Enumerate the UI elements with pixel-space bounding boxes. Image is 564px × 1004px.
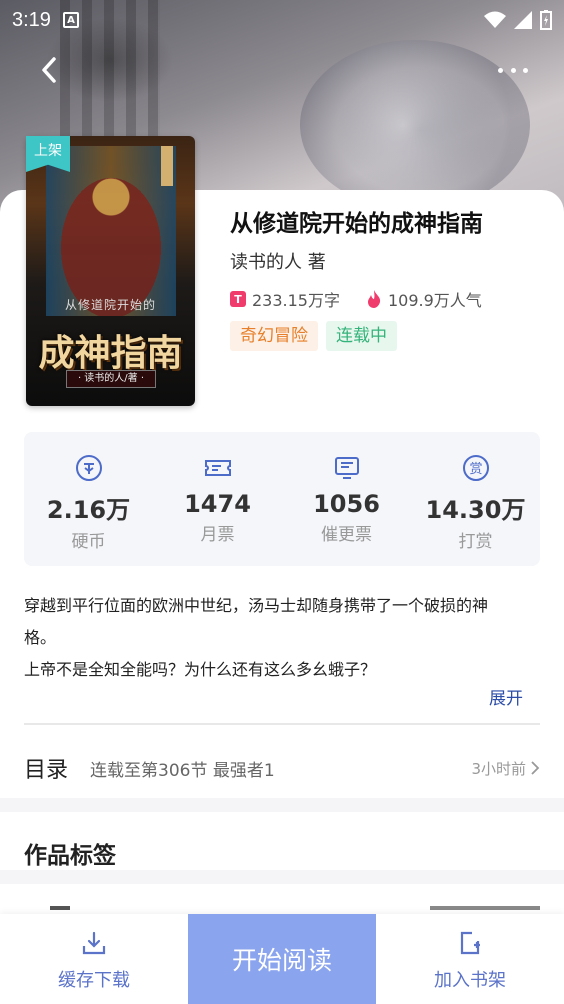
book-meta: T 233.15万字 109.9万人气 bbox=[230, 287, 482, 311]
stat-label: 打赏 bbox=[458, 532, 493, 552]
popularity: 109.9万人气 bbox=[388, 291, 482, 310]
synopsis: 穿越到平行位面的欧洲中世纪，汤马士却随身携带了一个破损的神 格。 上帝不是全知全… bbox=[24, 590, 544, 686]
book-cover[interactable]: 从修道院开始的 成神指南 · 读书的人/著 · bbox=[26, 136, 195, 406]
status-tag: 连载中 bbox=[326, 321, 397, 351]
wifi-icon bbox=[484, 11, 506, 28]
status-time: 3:19 bbox=[12, 8, 51, 31]
stat-value: 14.30万 bbox=[425, 496, 526, 524]
word-count-icon: T bbox=[230, 291, 246, 307]
download-button[interactable]: 缓存下载 bbox=[0, 914, 188, 1004]
word-count: 233.15万字 bbox=[252, 291, 340, 310]
stats-panel: 2.16万 硬币 1474 月票 1056 催更票 赏 14.30万 打赏 bbox=[24, 432, 540, 566]
cover-subtitle: 从修道院开始的 bbox=[64, 298, 156, 312]
chevron-right-icon bbox=[531, 761, 540, 775]
battery-icon bbox=[540, 10, 552, 30]
back-arrow-icon[interactable] bbox=[36, 56, 64, 84]
stat-rewards[interactable]: 赏 14.30万 打赏 bbox=[411, 432, 540, 566]
expand-button[interactable]: 展开 bbox=[489, 684, 523, 709]
signal-icon bbox=[514, 11, 532, 29]
svg-text:赏: 赏 bbox=[469, 462, 482, 477]
book-tags: 奇幻冒险 连载中 bbox=[230, 321, 397, 351]
divider bbox=[24, 723, 540, 725]
genre-tag[interactable]: 奇幻冒险 bbox=[230, 321, 318, 351]
stat-label: 月票 bbox=[200, 525, 235, 545]
book-title: 从修道院开始的成神指南 bbox=[230, 211, 483, 237]
reward-icon: 赏 bbox=[462, 455, 489, 481]
synopsis-line: 穿越到平行位面的欧洲中世纪，汤马士却随身携带了一个破损的神 bbox=[24, 596, 489, 615]
stat-value: 2.16万 bbox=[46, 496, 131, 524]
stat-label: 硬币 bbox=[71, 532, 106, 552]
cover-title: 成神指南 bbox=[38, 332, 183, 374]
download-icon bbox=[82, 931, 106, 955]
cover-author: · 读书的人/著 · bbox=[66, 370, 156, 388]
section-gap bbox=[0, 870, 564, 884]
table-of-contents-row[interactable]: 目录 连载至第306节 最强者1 3小时前 bbox=[24, 745, 540, 791]
book-author[interactable]: 读书的人 著 bbox=[230, 248, 326, 274]
nav-bar bbox=[0, 48, 564, 94]
status-bar: 3:19 A bbox=[0, 0, 564, 40]
latest-chapter: 连载至第306节 最强者1 bbox=[90, 760, 275, 781]
add-to-shelf-label: 加入书架 bbox=[434, 970, 506, 991]
next-section-peek bbox=[0, 884, 564, 914]
urge-update-icon bbox=[334, 457, 359, 479]
stat-value: 1056 bbox=[313, 490, 380, 518]
synopsis-line: 格。 bbox=[24, 628, 57, 647]
more-options-icon[interactable] bbox=[498, 60, 528, 80]
bottom-action-bar: 缓存下载 开始阅读 加入书架 bbox=[0, 914, 564, 1004]
download-label: 缓存下载 bbox=[58, 970, 130, 991]
stat-value: 1474 bbox=[184, 490, 251, 518]
notification-icon: A bbox=[62, 12, 79, 28]
stat-label: 催更票 bbox=[321, 525, 372, 545]
stat-coins[interactable]: 2.16万 硬币 bbox=[24, 432, 153, 566]
start-reading-button[interactable]: 开始阅读 bbox=[188, 914, 376, 1004]
synopsis-line: 上帝不是全知全能吗？为什么还有这么多幺蛾子？ bbox=[24, 660, 377, 679]
stat-monthly-tickets[interactable]: 1474 月票 bbox=[153, 432, 282, 566]
update-time: 3小时前 bbox=[471, 759, 526, 778]
toc-label: 目录 bbox=[24, 758, 69, 783]
coin-icon bbox=[75, 455, 102, 481]
tags-section-title: 作品标签 bbox=[24, 843, 116, 869]
section-gap bbox=[0, 798, 564, 812]
fire-icon bbox=[368, 290, 381, 308]
add-to-shelf-icon bbox=[460, 931, 480, 955]
stat-urge-tickets[interactable]: 1056 催更票 bbox=[282, 432, 411, 566]
ticket-icon bbox=[204, 460, 231, 476]
add-to-shelf-button[interactable]: 加入书架 bbox=[376, 914, 564, 1004]
